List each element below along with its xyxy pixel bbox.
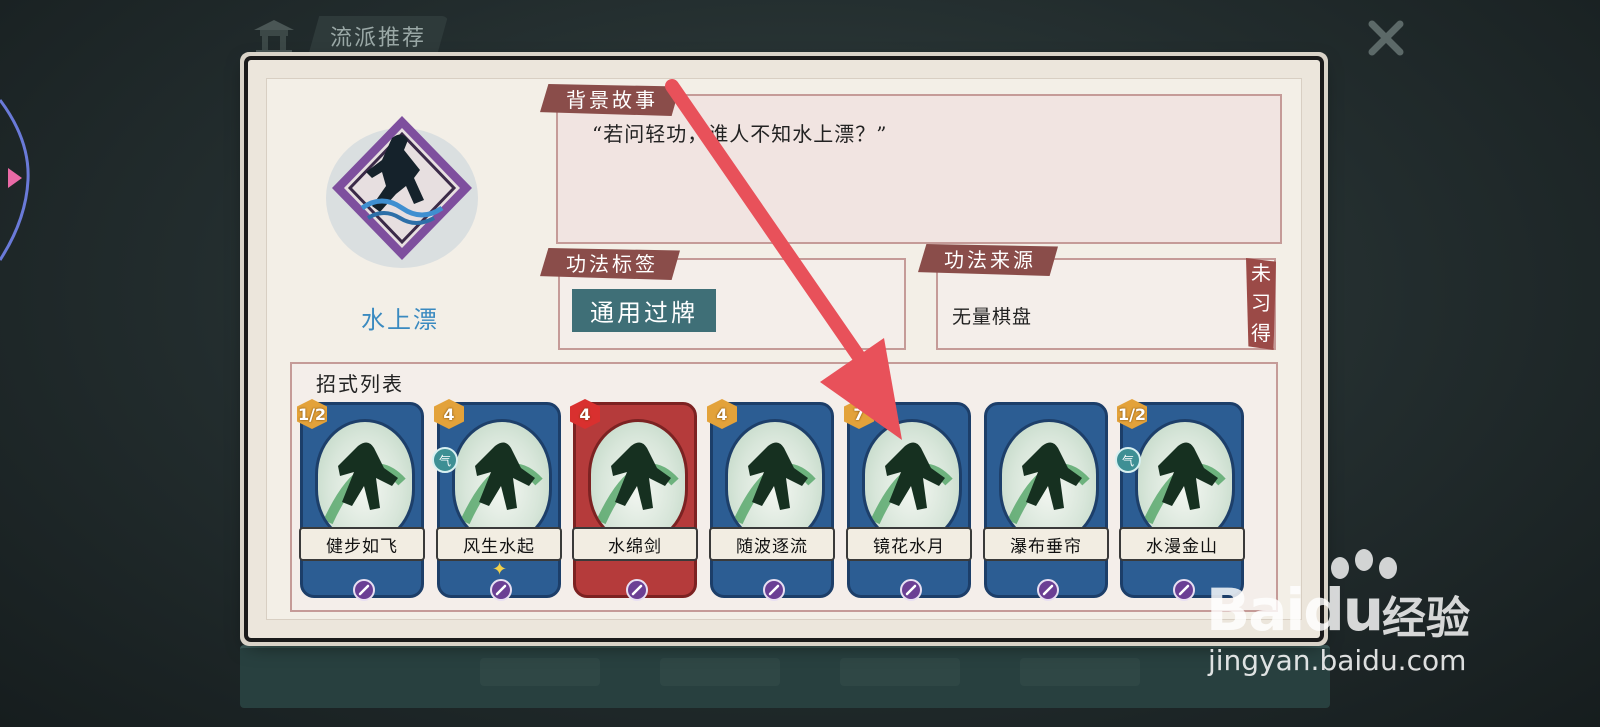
move-card[interactable]: 瀑布垂帘 xyxy=(983,402,1109,601)
tags-title: 功法标签 xyxy=(540,248,680,280)
skill-name: 水上漂 xyxy=(361,306,439,334)
background-story-title: 背景故事 xyxy=(540,84,680,116)
slash-technique-icon xyxy=(626,579,648,601)
slash-technique-icon xyxy=(763,579,785,601)
upgrade-star-icon: ✦ xyxy=(492,559,508,580)
tab-school-recommend[interactable]: 流派推荐 xyxy=(308,16,449,56)
close-x-icon xyxy=(1368,20,1404,56)
source-title: 功法来源 xyxy=(918,244,1058,276)
bottom-tab[interactable] xyxy=(840,658,960,686)
move-card[interactable]: 4 气风生水起 ✦ xyxy=(432,399,562,601)
slash-technique-icon xyxy=(353,579,375,601)
slash-technique-icon xyxy=(490,579,512,601)
qi-icon: 气 xyxy=(432,447,458,473)
top-bar: 流派推荐 xyxy=(250,14,449,58)
bottom-tab[interactable] xyxy=(480,658,600,686)
move-card-name: 水绵剑 xyxy=(572,527,698,561)
skill-emblem-icon xyxy=(326,116,478,268)
tag-chip[interactable]: 通用过牌 xyxy=(572,289,716,332)
background-story-box xyxy=(556,94,1282,244)
qi-icon: 气 xyxy=(1115,447,1141,473)
move-card[interactable]: 1/2 健步如飞 xyxy=(297,399,425,601)
slash-technique-icon xyxy=(900,579,922,601)
slash-technique-icon xyxy=(1173,579,1195,601)
bottom-tab[interactable] xyxy=(660,658,780,686)
pavilion-icon[interactable] xyxy=(250,16,298,56)
moves-list-title: 招式列表 xyxy=(316,372,404,396)
move-card[interactable]: 4 水绵剑 xyxy=(570,399,698,601)
close-button[interactable] xyxy=(1362,14,1410,62)
move-card[interactable]: 4 随波逐流 xyxy=(707,399,835,601)
bottom-tab[interactable] xyxy=(1020,658,1140,686)
move-card-name: 风生水起 xyxy=(436,527,562,561)
slash-technique-icon xyxy=(1037,579,1059,601)
side-drawer-handle-icon[interactable] xyxy=(0,80,40,280)
background-quote: “若问轻功，谁人不知水上漂？” xyxy=(592,122,888,146)
move-card-name: 瀑布垂帘 xyxy=(983,527,1109,561)
move-card[interactable]: 7 镜花水月 xyxy=(844,399,972,601)
move-card[interactable]: 1/2 气水漫金山 xyxy=(1115,399,1245,601)
move-card-name: 水漫金山 xyxy=(1119,527,1245,561)
move-card-name: 健步如飞 xyxy=(299,527,425,561)
bottom-toolbar xyxy=(240,645,1330,708)
move-card-name: 随波逐流 xyxy=(709,527,835,561)
move-card-name: 镜花水月 xyxy=(846,527,972,561)
status-badge: 未习得 xyxy=(1246,258,1276,350)
source-value: 无量棋盘 xyxy=(952,306,1033,328)
